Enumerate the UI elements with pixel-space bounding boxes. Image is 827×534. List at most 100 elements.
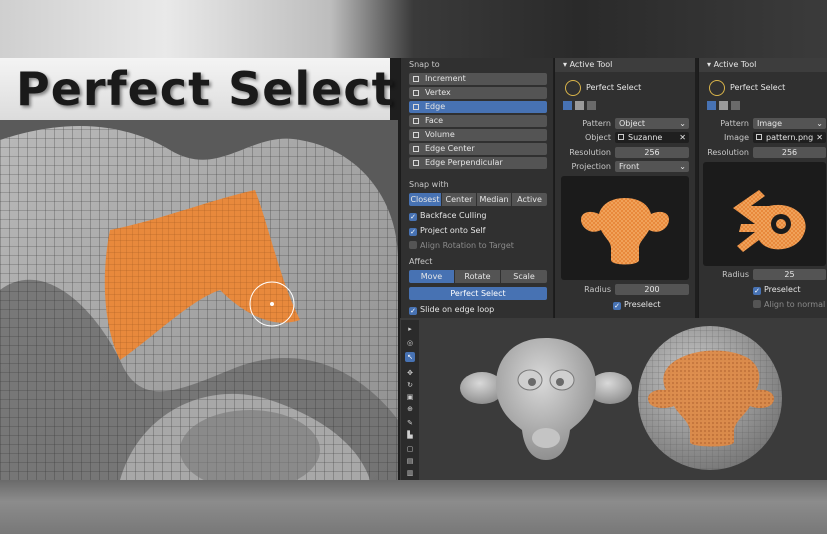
scale-icon[interactable]: ▣ bbox=[405, 392, 415, 402]
tool-name: Perfect Select bbox=[730, 83, 786, 92]
viewport-scene bbox=[460, 326, 782, 470]
affect-move[interactable]: Move bbox=[409, 270, 455, 283]
extrude-icon[interactable]: ▤ bbox=[405, 456, 415, 466]
checkbox-empty-icon bbox=[409, 241, 417, 249]
panel-header[interactable]: ▾ Active Tool bbox=[699, 58, 827, 72]
chevron-down-icon: ⌄ bbox=[816, 119, 823, 128]
check-icon: ✓ bbox=[613, 302, 621, 310]
annotate-icon[interactable]: ✎ bbox=[405, 418, 415, 428]
snap-option-label: Increment bbox=[425, 74, 466, 83]
3d-cursor-icon[interactable]: ◎ bbox=[405, 338, 415, 348]
projection-label: Projection bbox=[571, 162, 611, 171]
object-label: Object bbox=[584, 133, 611, 142]
snap-option-edge[interactable]: Edge bbox=[409, 101, 547, 113]
snap-option-increment[interactable]: Increment bbox=[409, 73, 547, 85]
affect-scale[interactable]: Scale bbox=[501, 270, 547, 283]
align-to-normal-checkbox[interactable]: Align to normal bbox=[753, 299, 825, 310]
projection-dropdown[interactable]: Front ⌄ bbox=[615, 161, 689, 172]
check-icon: ✓ bbox=[409, 213, 417, 221]
inset-icon[interactable]: ▥ bbox=[405, 468, 415, 478]
select-icon[interactable]: ↖ bbox=[405, 352, 415, 362]
select-mode-new-icon[interactable] bbox=[707, 101, 716, 110]
image-field[interactable]: pattern.png ✕ bbox=[753, 132, 826, 143]
slide-on-edge-loop-checkbox[interactable]: ✓ Slide on edge loop bbox=[409, 304, 494, 315]
monkey-silhouette-icon bbox=[580, 198, 670, 265]
snap-with-median[interactable]: Median bbox=[477, 193, 512, 206]
resolution-label: Resolution bbox=[569, 148, 611, 157]
add-cube-icon[interactable]: ▢ bbox=[405, 444, 415, 454]
perfect-select-button[interactable]: Perfect Select bbox=[409, 287, 547, 300]
volume-icon bbox=[413, 132, 419, 138]
snap-option-edge-center[interactable]: Edge Center bbox=[409, 143, 547, 155]
preselect-checkbox[interactable]: ✓ Preselect bbox=[753, 284, 801, 295]
active-tool-panel-image: ▾ Active Tool Perfect Select Pattern Ima… bbox=[698, 58, 827, 318]
edge-center-icon bbox=[413, 146, 419, 152]
chevron-down-icon: ⌄ bbox=[679, 119, 686, 128]
measure-icon[interactable]: ▙ bbox=[405, 430, 415, 440]
edge-icon bbox=[413, 104, 419, 110]
blurred-footer bbox=[0, 480, 827, 534]
viewport-toolbar: ▸ ◎ ↖ ✥ ↻ ▣ ⊕ ✎ ▙ ▢ ▤ ▥ bbox=[401, 320, 419, 480]
checkbox-label: Preselect bbox=[624, 300, 661, 309]
resolution-field[interactable]: 256 bbox=[753, 147, 826, 158]
backface-culling-checkbox[interactable]: ✓ Backface Culling bbox=[409, 210, 486, 221]
affect-rotate[interactable]: Rotate bbox=[455, 270, 501, 283]
snap-option-label: Face bbox=[425, 116, 444, 125]
snap-option-vertex[interactable]: Vertex bbox=[409, 87, 547, 99]
pattern-value: Image bbox=[757, 119, 783, 128]
face-icon bbox=[413, 118, 419, 124]
panel-header[interactable]: ▾ Active Tool bbox=[555, 58, 695, 72]
sphere-mesh bbox=[638, 326, 782, 470]
project-onto-self-checkbox[interactable]: ✓ Project onto Self bbox=[409, 225, 486, 236]
snap-with-closest[interactable]: Closest bbox=[409, 193, 442, 206]
snap-option-face[interactable]: Face bbox=[409, 115, 547, 127]
chevron-down-icon: ⌄ bbox=[679, 162, 686, 171]
check-icon: ✓ bbox=[409, 307, 417, 315]
active-tool-panel-object: ▾ Active Tool Perfect Select Pattern Obj… bbox=[554, 58, 695, 318]
checkbox-label: Align Rotation to Target bbox=[420, 241, 514, 250]
snap-option-label: Vertex bbox=[425, 88, 451, 97]
snap-with-center[interactable]: Center bbox=[442, 193, 477, 206]
blurred-background bbox=[0, 0, 827, 58]
affect-label: Affect bbox=[409, 257, 433, 266]
pattern-label: Pattern bbox=[582, 119, 611, 128]
align-rotation-checkbox[interactable]: Align Rotation to Target bbox=[409, 240, 514, 251]
viewport-3d[interactable] bbox=[400, 318, 827, 480]
snap-option-edge-perpendicular[interactable]: Edge Perpendicular bbox=[409, 157, 547, 169]
object-field[interactable]: Suzanne ✕ bbox=[615, 132, 689, 143]
radius-field[interactable]: 200 bbox=[615, 284, 689, 295]
cursor-icon[interactable]: ▸ bbox=[405, 324, 415, 334]
pattern-dropdown[interactable]: Object ⌄ bbox=[615, 118, 689, 129]
select-mode-extend-icon[interactable] bbox=[575, 101, 584, 110]
image-value: pattern.png bbox=[766, 133, 814, 142]
rotate-icon[interactable]: ↻ bbox=[405, 380, 415, 390]
select-mode-subtract-icon[interactable] bbox=[731, 101, 740, 110]
pattern-dropdown[interactable]: Image ⌄ bbox=[753, 118, 826, 129]
select-mode-extend-icon[interactable] bbox=[719, 101, 728, 110]
snap-with-label: Snap with bbox=[409, 180, 449, 189]
radius-field[interactable]: 25 bbox=[753, 269, 826, 280]
image-label: Image bbox=[723, 133, 749, 142]
radius-label: Radius bbox=[584, 285, 611, 294]
mesh-viewport[interactable] bbox=[0, 120, 398, 480]
select-mode-new-icon[interactable] bbox=[563, 101, 572, 110]
transform-icon[interactable]: ⊕ bbox=[405, 404, 415, 414]
snap-option-volume[interactable]: Volume bbox=[409, 129, 547, 141]
select-mode-subtract-icon[interactable] bbox=[587, 101, 596, 110]
check-icon: ✓ bbox=[409, 228, 417, 236]
snap-option-label: Edge Perpendicular bbox=[425, 158, 503, 167]
resolution-field[interactable]: 256 bbox=[615, 147, 689, 158]
checkbox-label: Preselect bbox=[764, 285, 801, 294]
object-icon bbox=[618, 134, 624, 140]
increment-icon bbox=[413, 76, 419, 82]
clear-icon[interactable]: ✕ bbox=[816, 132, 823, 143]
preselect-checkbox[interactable]: ✓ Preselect bbox=[613, 299, 661, 310]
panel-header-label: Active Tool bbox=[569, 60, 613, 69]
resolution-label: Resolution bbox=[707, 148, 749, 157]
checkbox-empty-icon bbox=[753, 300, 761, 308]
snap-panel: Snap to Increment Vertex Edge Face Volum… bbox=[400, 58, 553, 318]
clear-icon[interactable]: ✕ bbox=[679, 132, 686, 143]
snap-with-active[interactable]: Active bbox=[512, 193, 547, 206]
move-icon[interactable]: ✥ bbox=[405, 368, 415, 378]
checkbox-label: Align to normal bbox=[764, 300, 826, 309]
